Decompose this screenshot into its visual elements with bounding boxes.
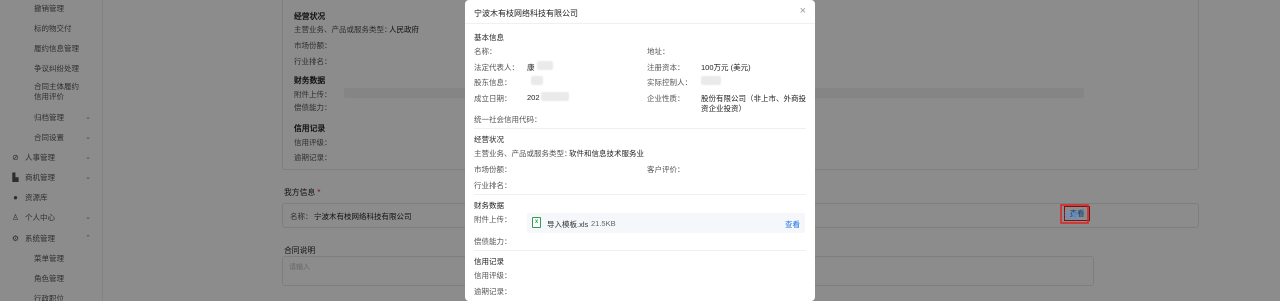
reg-capital-value: 100万元 (美元) — [701, 63, 751, 72]
controller-label: 实际控制人： — [647, 78, 692, 87]
customer-review-label: 客户评价： — [647, 165, 685, 174]
file-size: 21.5KB — [591, 219, 616, 228]
shareholder-label: 股东信息： — [474, 78, 512, 87]
company-type-value-line2: 资企业投资） — [701, 104, 746, 113]
company-type-label: 企业性质： — [647, 94, 685, 103]
established-value: 202 — [527, 93, 540, 102]
close-icon[interactable]: × — [800, 5, 806, 17]
industry-rank-label: 行业排名： — [474, 181, 512, 190]
file-view-link[interactable]: 查看 — [785, 219, 800, 230]
view-button-highlighted[interactable]: 查看 — [1064, 210, 1079, 221]
ops-section-title: 经营状况 — [474, 135, 504, 144]
modal-header: 宁波木有枝网络科技有限公司 × — [465, 0, 815, 24]
debt-label: 偿债能力： — [474, 237, 512, 246]
credit-section-title: 信用记录 — [474, 257, 504, 266]
redacted-text — [541, 92, 569, 101]
established-label: 成立日期： — [474, 94, 512, 103]
legal-rep-label: 法定代表人： — [474, 63, 519, 72]
section-divider — [474, 128, 806, 129]
market-share-label: 市场份额： — [474, 165, 512, 174]
name-label: 名称： — [474, 47, 497, 56]
overdue-label: 逾期记录： — [474, 287, 512, 296]
finance-section-title: 财务数据 — [474, 201, 504, 210]
credit-code-label: 统一社会信用代码： — [474, 115, 542, 124]
excel-file-icon: x — [532, 217, 541, 228]
attach-label: 附件上传： — [474, 215, 512, 224]
attachment-file-row: x 导入模板.xls 21.5KB 查看 — [527, 213, 805, 233]
legal-rep-value: 康 — [527, 63, 535, 72]
section-divider — [474, 250, 806, 251]
file-name: 导入模板.xls — [547, 220, 589, 229]
address-label: 地址： — [647, 47, 670, 56]
section-divider — [474, 194, 806, 195]
reg-capital-label: 注册资本： — [647, 63, 685, 72]
biz-type-value: 软件和信息技术服务业 — [569, 149, 644, 158]
redacted-text — [537, 61, 553, 70]
redacted-text — [701, 76, 721, 85]
biz-type-label: 主营业务、产品或服务类型： — [474, 149, 572, 158]
company-detail-modal: 宁波木有枝网络科技有限公司 × 基本信息 名称： 地址： 法定代表人： 康 注册… — [465, 0, 815, 301]
modal-title: 宁波木有枝网络科技有限公司 — [474, 9, 578, 18]
redacted-text — [531, 76, 543, 85]
basic-info-title: 基本信息 — [474, 33, 504, 42]
credit-rating-label: 信用评级： — [474, 271, 512, 280]
